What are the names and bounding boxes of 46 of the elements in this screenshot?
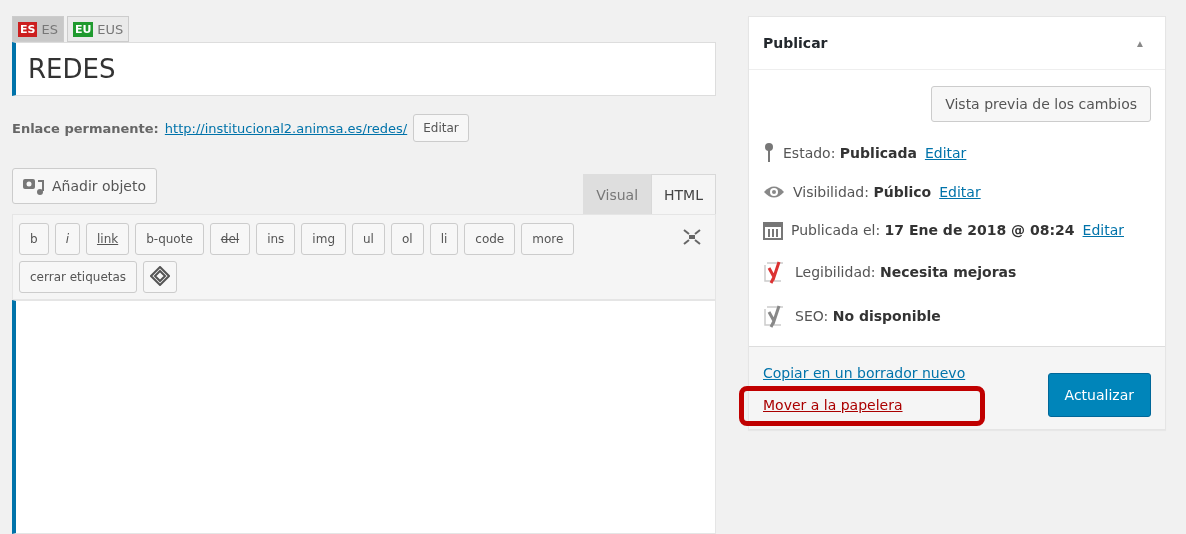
quicktag-button[interactable]: b xyxy=(19,223,49,255)
eye-icon xyxy=(763,185,785,199)
trash-link[interactable]: Mover a la papelera xyxy=(763,397,903,413)
quicktag-button[interactable]: more xyxy=(521,223,575,255)
permalink-link[interactable]: http://institucional2.animsa.es/redes/ xyxy=(164,120,408,136)
language-tab[interactable]: EU EUS xyxy=(66,16,130,42)
title-field[interactable]: REDES xyxy=(12,42,716,96)
edit-link[interactable]: Editar xyxy=(924,145,967,161)
status-text: Publicada el: 17 Ene de 2018 @ 08:24 xyxy=(791,222,1075,238)
fullscreen-icon[interactable] xyxy=(683,229,701,245)
quicktag-button[interactable]: ul xyxy=(352,223,385,255)
add-media-button[interactable]: Añadir objeto xyxy=(12,168,158,204)
language-label: ES xyxy=(41,21,58,37)
quicktag-button[interactable]: li xyxy=(429,223,459,255)
quicktag-button[interactable]: cerrar etiquetas xyxy=(19,261,138,293)
edit-link[interactable]: Editar xyxy=(939,184,981,200)
media-icon xyxy=(23,177,45,195)
quicktag-button[interactable]: ins xyxy=(256,223,296,255)
quicktag-button[interactable]: i xyxy=(54,223,80,255)
permalink-label: Enlace permanente: xyxy=(12,120,159,136)
layers-icon xyxy=(150,265,171,286)
language-label: EUS xyxy=(97,21,124,37)
status-text: SEO: No disponible xyxy=(795,308,941,324)
collapse-toggle[interactable]: ▲ xyxy=(1129,36,1151,50)
status-text: Legibilidad: Necesita mejoras xyxy=(795,264,1017,280)
quicktag-button[interactable]: del xyxy=(209,223,251,255)
language-tab[interactable]: ES ES xyxy=(12,16,64,42)
update-button[interactable]: Actualizar xyxy=(1047,373,1151,417)
edit-button[interactable]: Editar xyxy=(413,114,469,142)
status-text: Visibilidad: Público xyxy=(793,184,932,200)
quicktag-button[interactable] xyxy=(143,261,178,293)
quicktag-button[interactable]: link xyxy=(85,223,130,255)
status-text: Estado: Publicada xyxy=(783,145,917,161)
quicktag-button[interactable]: b-quote xyxy=(135,223,204,255)
copy-draft-link[interactable]: Copiar en un borrador nuevo xyxy=(763,365,966,381)
preview-button[interactable]: Vista previa de los cambios xyxy=(931,86,1151,122)
edit-link[interactable]: Editar xyxy=(1082,222,1124,238)
quicktag-button[interactable]: code xyxy=(464,223,516,255)
flag-badge: EU xyxy=(72,21,94,37)
quicktag-button[interactable]: img xyxy=(301,223,346,255)
calendar-icon xyxy=(763,220,783,240)
editor-tab[interactable]: HTML xyxy=(651,174,716,214)
panel-title: Publicar xyxy=(763,35,828,51)
flag-badge: ES xyxy=(18,21,38,37)
quicktag-button[interactable]: ol xyxy=(390,223,424,255)
pin-icon xyxy=(763,142,775,164)
